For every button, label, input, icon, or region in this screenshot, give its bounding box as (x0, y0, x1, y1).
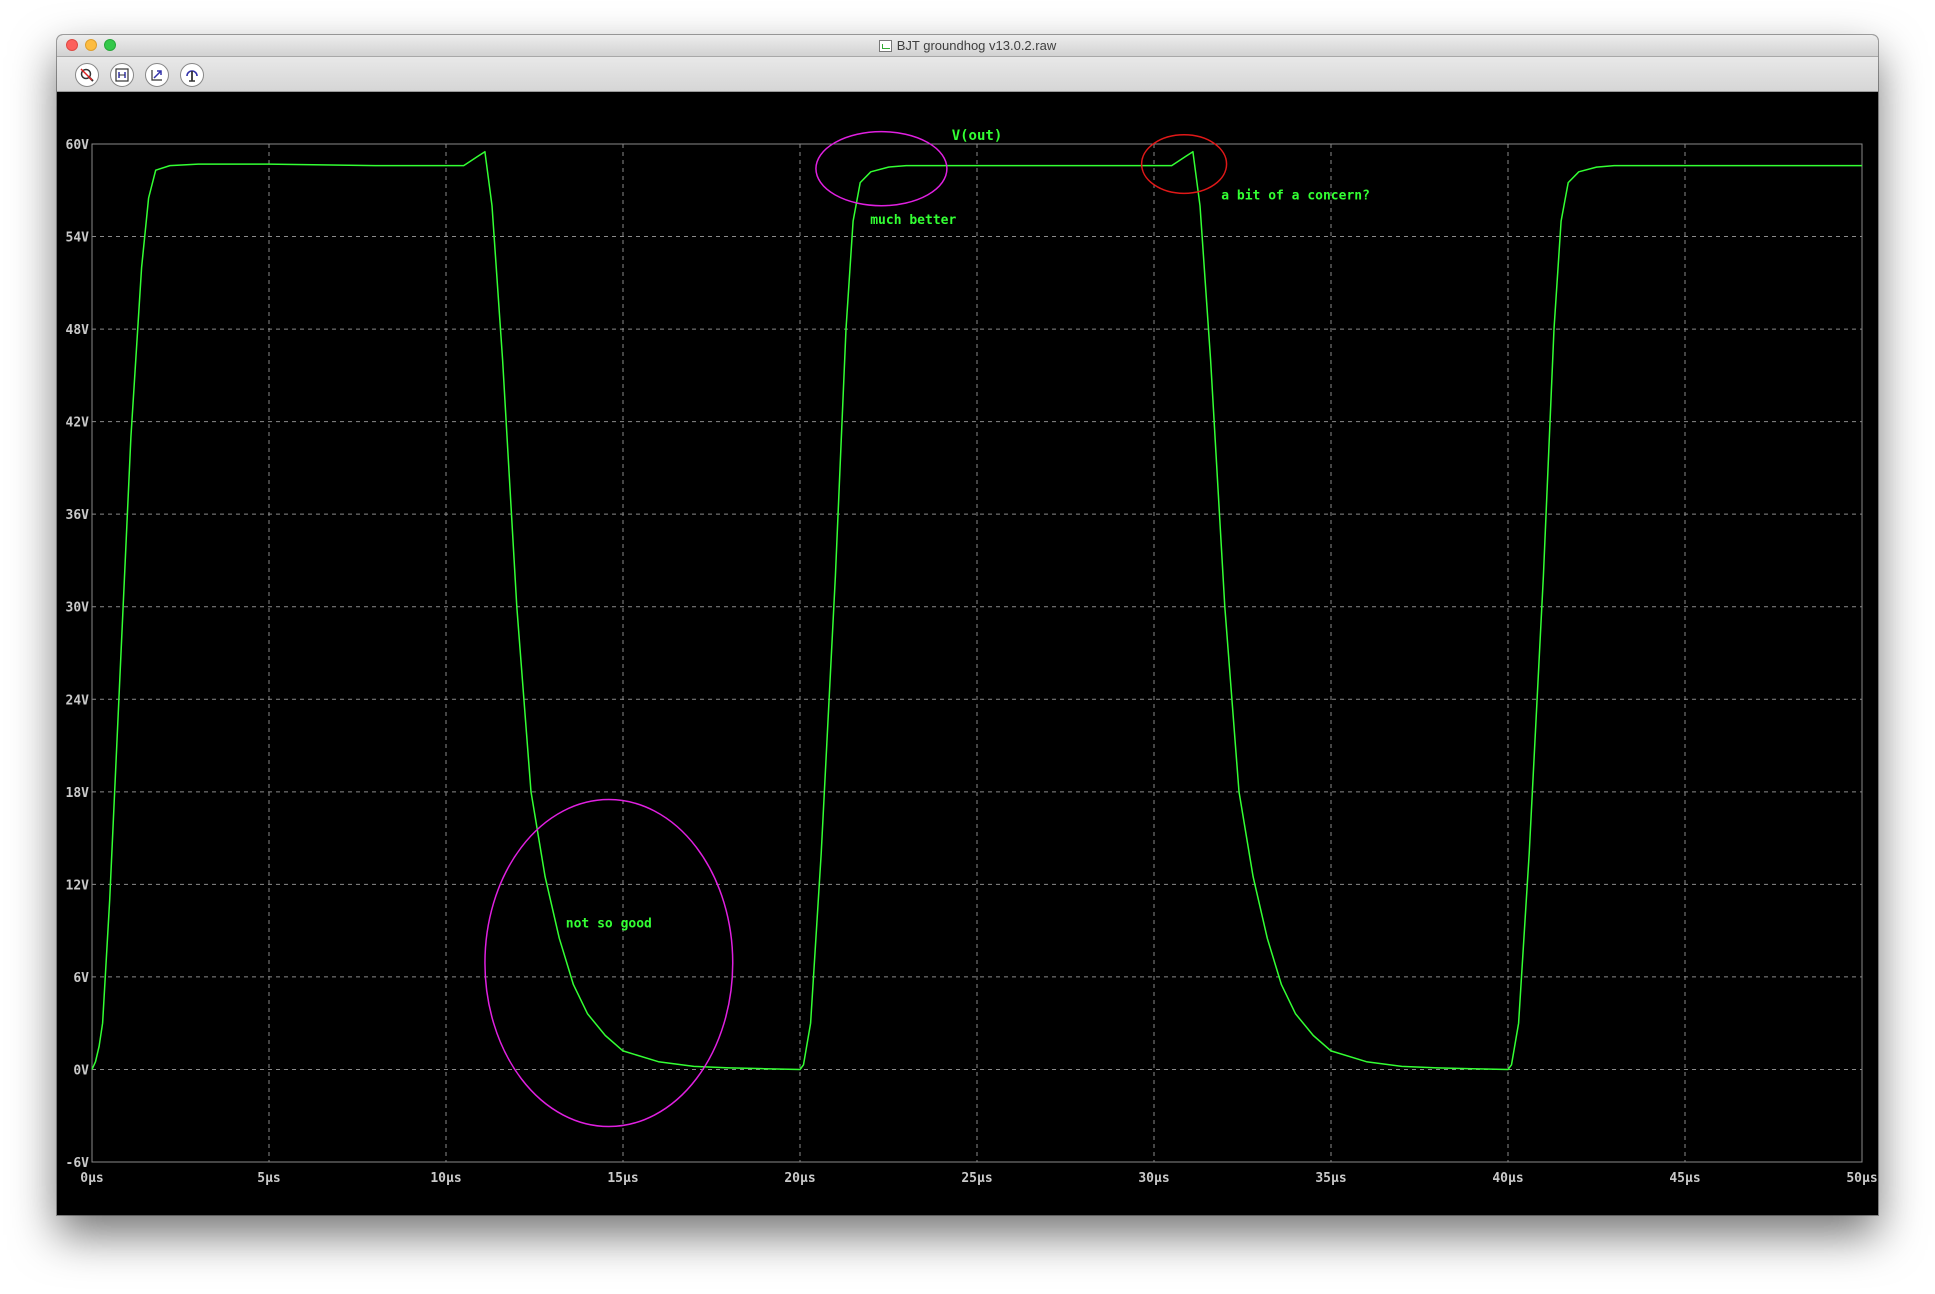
y-tick-label: 18V (66, 786, 90, 801)
autorange-button[interactable] (180, 63, 204, 87)
zoom-full-extents-button[interactable] (110, 63, 134, 87)
y-tick-label: 6V (73, 971, 89, 986)
window-title: BJT groundhog v13.0.2.raw (896, 38, 1057, 53)
y-tick-label: 12V (66, 878, 90, 893)
y-tick-label: 42V (66, 416, 90, 431)
zoom-back-button[interactable] (145, 63, 169, 87)
x-tick-label: 0µs (80, 1171, 103, 1186)
zoom-out-button[interactable] (75, 63, 99, 87)
chart-title: V(out) (952, 128, 1003, 144)
annotation-marker (484, 798, 734, 1128)
y-tick-label: 48V (66, 323, 90, 338)
x-tick-label: 20µs (784, 1171, 815, 1186)
y-tick-label: 24V (66, 693, 90, 708)
toolbar (57, 57, 1878, 92)
zoom-extents-icon (115, 68, 129, 82)
x-tick-label: 10µs (430, 1171, 461, 1186)
x-tick-label: 35µs (1315, 1171, 1346, 1186)
x-tick-label: 50µs (1846, 1171, 1877, 1186)
annotation-label: much better (870, 213, 956, 228)
title-wrap: BJT groundhog v13.0.2.raw (57, 35, 1878, 56)
x-tick-label: 25µs (961, 1171, 992, 1186)
waveform-plot-area[interactable]: 0µs 5µs 10µs 15µs 20µs 25µs 30µs 35µs 40µs 45µs 50… (57, 92, 1878, 1215)
y-tick-label: 30V (66, 601, 90, 616)
y-tick-label: 0V (73, 1063, 89, 1078)
x-tick-label: 40µs (1492, 1171, 1523, 1186)
zoom-back-icon (151, 70, 162, 81)
waveform-file-icon (878, 39, 892, 52)
y-tick-label: 54V (66, 231, 90, 246)
waveform-plot[interactable]: 0µs 5µs 10µs 15µs 20µs 25µs 30µs 35µs 40µs 45µs 50… (57, 92, 1878, 1215)
y-tick-label: -6V (66, 1156, 90, 1171)
zoom-out-icon (80, 68, 94, 82)
x-tick-label: 15µs (607, 1171, 638, 1186)
x-tick-label: 30µs (1138, 1171, 1169, 1186)
annotation-label: a bit of a concern? (1221, 189, 1370, 204)
annotation-label: not so good (566, 917, 652, 932)
title-bar[interactable]: BJT groundhog v13.0.2.raw (57, 35, 1878, 57)
waveform-viewer-window: BJT groundhog v13.0.2.raw 0µs 5µs 10µs 1… (57, 35, 1878, 1215)
x-tick-label: 45µs (1669, 1171, 1700, 1186)
x-tick-label: 5µs (257, 1171, 280, 1186)
autorange-icon (186, 70, 198, 82)
y-tick-label: 36V (66, 508, 90, 523)
y-tick-label: 60V (66, 138, 90, 153)
